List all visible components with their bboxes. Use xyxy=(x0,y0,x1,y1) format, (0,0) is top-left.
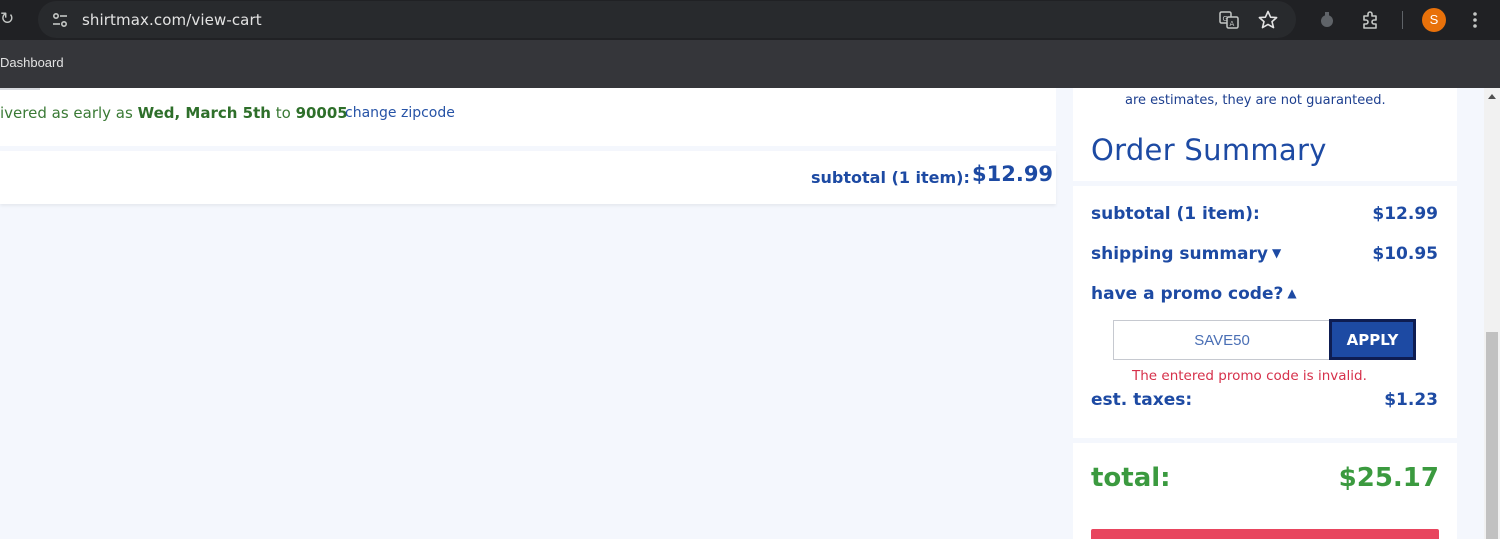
profile-avatar[interactable]: S xyxy=(1422,8,1446,32)
order-summary-body: subtotal (1 item): $12.99 shipping summa… xyxy=(1073,186,1457,438)
estimate-note: are estimates, they are not guaranteed. xyxy=(1125,93,1386,108)
checkout-button[interactable] xyxy=(1091,529,1439,539)
delivery-prefix: ivered as early as xyxy=(0,104,138,122)
cart-item-card: ivered as early as Wed, March 5th to 900… xyxy=(0,88,1056,146)
caret-down-icon: ▼ xyxy=(1272,246,1282,260)
delivery-zip: 90005 xyxy=(295,104,348,122)
shipping-summary-label: shipping summary xyxy=(1091,244,1268,264)
est-taxes-value: $1.23 xyxy=(1384,390,1438,410)
change-zipcode-link[interactable]: change zipcode xyxy=(345,105,455,121)
bookmarks-bar: Dashboard xyxy=(0,40,1500,88)
bookmark-star-icon[interactable] xyxy=(1257,9,1279,31)
reload-icon[interactable]: ↻ xyxy=(0,8,18,30)
apply-promo-button[interactable]: APPLY xyxy=(1329,319,1416,360)
more-menu-icon[interactable] xyxy=(1464,9,1486,31)
site-info-icon[interactable] xyxy=(50,10,70,30)
extension-puzzle-dim-icon[interactable] xyxy=(1316,9,1338,31)
scroll-up-arrow-icon[interactable] xyxy=(1488,94,1496,99)
cart-subtotal-label: subtotal (1 item): xyxy=(811,168,970,187)
summary-subtotal-value: $12.99 xyxy=(1372,204,1438,224)
translate-icon[interactable]: G A xyxy=(1218,9,1240,31)
shipping-value: $10.95 xyxy=(1372,244,1438,264)
divider xyxy=(0,88,40,90)
total-value: $25.17 xyxy=(1338,463,1439,493)
order-summary-header: are estimates, they are not guaranteed. … xyxy=(1073,88,1457,181)
cart-subtotal-bar: subtotal (1 item): $12.99 xyxy=(0,151,1056,204)
svg-text:A: A xyxy=(1230,20,1235,28)
caret-up-icon: ▲ xyxy=(1287,286,1297,300)
order-total-section: total: $25.17 xyxy=(1073,443,1457,539)
promo-error-message: The entered promo code is invalid. xyxy=(1132,368,1367,384)
summary-subtotal-label: subtotal (1 item): xyxy=(1091,204,1260,224)
shipping-summary-toggle[interactable]: shipping summary ▼ xyxy=(1091,244,1281,264)
est-taxes-label: est. taxes: xyxy=(1091,390,1193,410)
svg-text:G: G xyxy=(1223,15,1228,23)
browser-toolbar: ↻ shirtmax.com/view-cart G A S xyxy=(0,0,1500,40)
promo-code-toggle[interactable]: have a promo code? ▲ xyxy=(1091,284,1297,304)
bookmark-dashboard[interactable]: Dashboard xyxy=(0,55,64,70)
order-summary-title: Order Summary xyxy=(1091,133,1327,167)
address-bar[interactable]: shirtmax.com/view-cart G A xyxy=(38,1,1296,38)
cart-subtotal-value: $12.99 xyxy=(972,162,1054,186)
delivery-estimate: ivered as early as Wed, March 5th to 900… xyxy=(0,104,348,122)
cart-page: ivered as early as Wed, March 5th to 900… xyxy=(0,88,1484,539)
url-text[interactable]: shirtmax.com/view-cart xyxy=(82,11,262,29)
extensions-icon[interactable] xyxy=(1360,9,1382,31)
delivery-date: Wed, March 5th xyxy=(137,104,271,122)
promo-code-input[interactable] xyxy=(1113,320,1331,360)
page-scrollbar[interactable] xyxy=(1484,88,1500,539)
promo-code-label: have a promo code? xyxy=(1091,284,1284,304)
scrollbar-thumb[interactable] xyxy=(1486,332,1498,539)
toolbar-divider xyxy=(1402,11,1403,29)
total-label: total: xyxy=(1091,463,1171,493)
delivery-to: to xyxy=(270,104,296,122)
